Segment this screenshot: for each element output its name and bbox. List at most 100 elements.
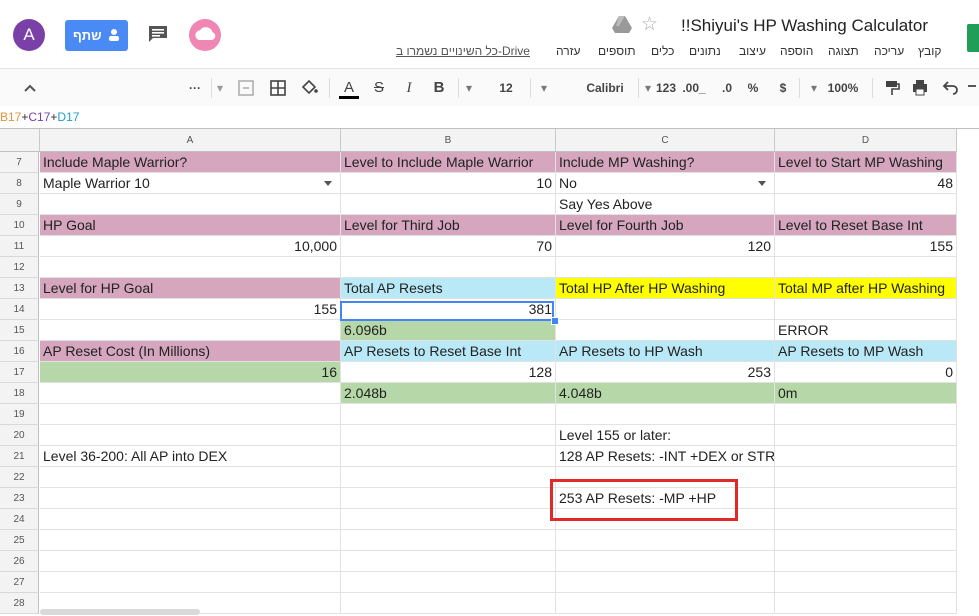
cell-b24[interactable] — [341, 509, 556, 530]
cell-b11[interactable]: 70 — [341, 236, 556, 257]
cell-b28[interactable] — [341, 593, 556, 614]
cell-a13[interactable]: Level for HP Goal — [40, 278, 341, 299]
cell-a15[interactable] — [40, 320, 341, 341]
row-header-19[interactable]: 19 — [0, 404, 39, 425]
cell-b7[interactable]: Level to Include Maple Warrior — [341, 152, 556, 173]
cell-a20[interactable] — [40, 425, 341, 446]
column-header-a[interactable]: A — [40, 129, 341, 152]
cell-b16[interactable]: AP Resets to Reset Base Int — [341, 341, 556, 362]
format-dropdown-icon[interactable]: ▾ — [642, 69, 654, 107]
cell-a22[interactable] — [40, 467, 341, 488]
cell-b27[interactable] — [341, 572, 556, 593]
cell-d7[interactable]: Level to Start MP Washing — [775, 152, 957, 173]
cell-c20[interactable]: Level 155 or later: — [556, 425, 775, 446]
percent-button[interactable]: % — [746, 69, 760, 107]
redo-icon[interactable] — [966, 69, 979, 107]
select-all-corner[interactable] — [0, 129, 40, 152]
comments-icon[interactable] — [148, 25, 168, 43]
cell-a7[interactable]: Include Maple Warrior? — [40, 152, 341, 173]
zoom-select[interactable]: 100% — [826, 69, 860, 107]
cell-b18[interactable]: 2.048b — [341, 383, 556, 404]
horizontal-scrollbar[interactable] — [40, 609, 200, 615]
cell-c13[interactable]: Total HP After HP Washing — [556, 278, 775, 299]
star-icon[interactable]: ☆ — [641, 13, 658, 36]
cell-c11[interactable]: 120 — [556, 236, 775, 257]
formula-bar[interactable]: B17+C17+D17 — [0, 106, 979, 129]
cell-a26[interactable] — [40, 551, 341, 572]
row-header-11[interactable]: 11 — [0, 236, 39, 257]
cell-c26[interactable] — [556, 551, 775, 572]
cell-d21[interactable] — [775, 446, 957, 467]
cell-d22[interactable] — [775, 467, 957, 488]
fill-handle[interactable] — [551, 317, 559, 325]
menu-help[interactable]: עזרה — [556, 44, 581, 58]
more-options-icon[interactable]: ··· — [184, 69, 206, 107]
cell-b22[interactable] — [341, 467, 556, 488]
cell-d15[interactable]: ERROR — [775, 320, 957, 341]
save-status-link[interactable]: כל השינויים נשמרו ב-Drive — [396, 44, 530, 58]
row-header-22[interactable]: 22 — [0, 467, 39, 488]
cell-a23[interactable] — [40, 488, 341, 509]
row-header-21[interactable]: 21 — [0, 446, 39, 467]
cell-a9[interactable] — [40, 194, 341, 215]
dropdown-arrow-icon[interactable] — [324, 181, 332, 186]
decrease-decimal-button[interactable]: .00_ — [682, 69, 706, 107]
zoom-dropdown-icon[interactable]: ▾ — [808, 69, 820, 107]
cell-d19[interactable] — [775, 404, 957, 425]
cell-d12[interactable] — [775, 257, 957, 278]
menu-data[interactable]: נתונים — [689, 44, 721, 58]
cell-c25[interactable] — [556, 530, 775, 551]
cell-a18[interactable] — [40, 383, 341, 404]
currency-button[interactable]: $ — [776, 69, 790, 107]
column-header-b[interactable]: B — [341, 129, 556, 152]
row-header-27[interactable]: 27 — [0, 572, 39, 593]
cell-c17[interactable]: 253 — [556, 362, 775, 383]
cell-c7[interactable]: Include MP Washing? — [556, 152, 775, 173]
fill-color-icon[interactable] — [298, 69, 320, 107]
cell-d24[interactable] — [775, 509, 957, 530]
cell-a16[interactable]: AP Reset Cost (In Millions) — [40, 341, 341, 362]
cell-b15[interactable]: 6.096b — [341, 320, 556, 341]
paint-format-icon[interactable] — [882, 69, 902, 107]
row-header-8[interactable]: 8 — [0, 173, 39, 194]
cell-a19[interactable] — [40, 404, 341, 425]
cell-c8[interactable]: No — [556, 173, 775, 194]
cell-c16[interactable]: AP Resets to HP Wash — [556, 341, 775, 362]
dropdown-arrow-icon[interactable] — [758, 181, 766, 186]
print-icon[interactable] — [910, 69, 930, 107]
font-dropdown-icon[interactable]: ▾ — [538, 69, 550, 107]
row-header-18[interactable]: 18 — [0, 383, 39, 404]
row-header-14[interactable]: 14 — [0, 299, 39, 320]
row-header-12[interactable]: 12 — [0, 257, 39, 278]
cell-c18[interactable]: 4.048b — [556, 383, 775, 404]
row-header-7[interactable]: 7 — [0, 152, 39, 173]
cell-a25[interactable] — [40, 530, 341, 551]
cell-b26[interactable] — [341, 551, 556, 572]
cell-c27[interactable] — [556, 572, 775, 593]
cell-b21[interactable] — [341, 446, 556, 467]
dropdown-arrow-icon[interactable]: ▾ — [214, 69, 226, 107]
cell-a21[interactable]: Level 36-200: All AP into DEX — [40, 446, 341, 467]
row-header-16[interactable]: 16 — [0, 341, 39, 362]
more-formats-button[interactable]: 123 — [654, 69, 678, 107]
cell-a12[interactable] — [40, 257, 341, 278]
collapse-chevron-icon[interactable] — [20, 69, 40, 107]
font-size-select[interactable]: 12 — [494, 69, 518, 107]
row-header-17[interactable]: 17 — [0, 362, 39, 383]
cell-a17[interactable]: 16 — [40, 362, 341, 383]
menu-addons[interactable]: תוספים — [598, 44, 636, 58]
cell-d8[interactable]: 48 — [775, 173, 957, 194]
cell-b9[interactable] — [341, 194, 556, 215]
cell-b8[interactable]: 10 — [341, 173, 556, 194]
cell-d25[interactable] — [775, 530, 957, 551]
cell-a27[interactable] — [40, 572, 341, 593]
menu-tools[interactable]: כלים — [651, 44, 674, 58]
cell-c28[interactable] — [556, 593, 775, 614]
cell-d13[interactable]: Total MP after HP Washing — [775, 278, 957, 299]
cell-b19[interactable] — [341, 404, 556, 425]
menu-file[interactable]: קובץ — [918, 44, 941, 58]
cell-b12[interactable] — [341, 257, 556, 278]
italic-icon[interactable]: I — [399, 69, 419, 107]
menu-view[interactable]: תצוגה — [828, 44, 859, 58]
row-header-20[interactable]: 20 — [0, 425, 39, 446]
